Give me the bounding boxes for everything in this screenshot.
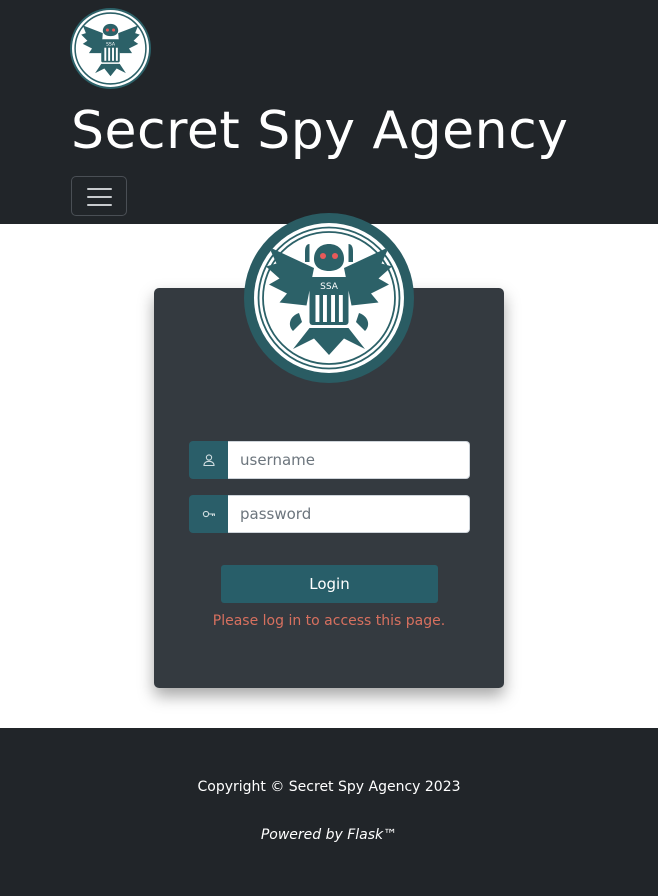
site-title[interactable]: Secret Spy Agency: [71, 98, 568, 164]
login-logo: SSA: [244, 213, 414, 383]
eagle-seal-icon: SSA: [257, 226, 401, 370]
logo-seal-text: SSA: [106, 41, 116, 47]
hamburger-menu-icon: [87, 188, 112, 190]
password-addon: [189, 495, 228, 533]
navbar-toggle-button[interactable]: [71, 176, 127, 216]
password-input[interactable]: [228, 495, 470, 533]
site-footer: Copyright © Secret Spy Agency 2023 Power…: [0, 728, 658, 896]
main-content: SSA Login Please log in to ac: [0, 213, 658, 728]
powered-by-text: Powered by Flask™: [260, 827, 398, 843]
agency-logo[interactable]: SSA: [70, 8, 151, 89]
site-header: SSA Secret Spy Agency: [0, 0, 658, 224]
username-input[interactable]: [228, 441, 470, 479]
eagle-seal-icon: SSA: [74, 12, 147, 85]
login-required-message: Please log in to access this page.: [212, 613, 446, 629]
copyright-text: Copyright © Secret Spy Agency 2023: [197, 779, 461, 795]
user-icon: [202, 454, 215, 467]
login-logo-seal-text: SSA: [320, 282, 339, 292]
login-button[interactable]: Login: [221, 565, 438, 603]
password-input-group: [189, 495, 470, 533]
key-icon: [202, 510, 215, 518]
username-input-group: [189, 441, 470, 479]
username-addon: [189, 441, 228, 479]
